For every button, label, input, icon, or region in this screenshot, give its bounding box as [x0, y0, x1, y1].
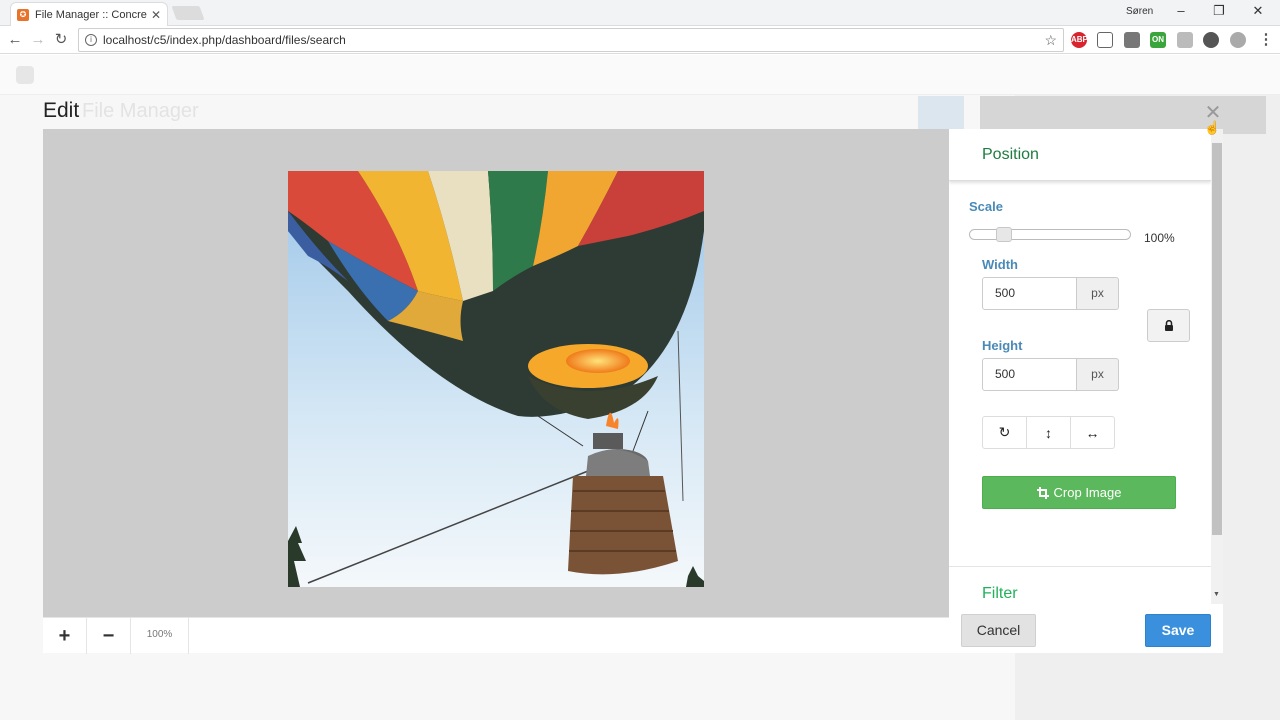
browser-menu-icon[interactable]: ⋮	[1256, 30, 1276, 50]
cast-icon[interactable]	[1097, 32, 1113, 48]
concrete5-logo-icon	[16, 66, 34, 84]
extension-icon[interactable]	[1203, 32, 1219, 48]
position-section-header[interactable]: Position	[949, 129, 1211, 181]
height-unit: px	[1077, 358, 1119, 391]
cloud-icon[interactable]	[1230, 32, 1246, 48]
zoom-toolbar: + − 100%	[43, 617, 949, 654]
window-close-icon[interactable]: ✕	[1248, 3, 1268, 19]
browser-user-name[interactable]: Søren	[1126, 6, 1153, 17]
width-input[interactable]: 500	[982, 277, 1077, 310]
scrollbar-thumb[interactable]	[1212, 143, 1222, 535]
reload-icon[interactable]: ↻	[51, 30, 71, 50]
zoom-out-button[interactable]: −	[87, 618, 131, 654]
edit-side-panel: Position Scale 100% Width 500 px Height …	[949, 129, 1211, 604]
minimize-icon[interactable]: –	[1171, 3, 1191, 18]
flip-horizontal-button[interactable]: ↔	[1071, 417, 1114, 448]
flip-vertical-button[interactable]: ↕	[1027, 417, 1071, 448]
scale-label: Scale	[969, 199, 1003, 214]
crop-image-button[interactable]: Crop Image	[982, 476, 1176, 509]
tab-title: File Manager :: Concrete5	[35, 8, 147, 21]
crop-image-label: Crop Image	[1053, 485, 1122, 500]
save-page-icon[interactable]	[1124, 32, 1140, 48]
info-icon[interactable]: i	[85, 34, 97, 46]
new-tab-button[interactable]	[171, 6, 205, 20]
section-divider	[949, 566, 1211, 567]
address-bar[interactable]: i localhost/c5/index.php/dashboard/files…	[78, 28, 1064, 52]
scale-slider-handle[interactable]	[996, 227, 1012, 242]
mouse-pointer-icon: ☝	[1204, 120, 1221, 135]
crop-icon	[1036, 486, 1049, 499]
faded-page-title: File Manager	[82, 100, 199, 122]
lock-aspect-button[interactable]	[1147, 309, 1190, 342]
scale-slider[interactable]	[969, 227, 1131, 242]
modal-title: Edit	[43, 99, 80, 122]
save-button[interactable]: Save	[1145, 614, 1211, 647]
width-input-group: 500 px	[982, 277, 1119, 310]
address-bar-row: ← → ↻ i localhost/c5/index.php/dashboard…	[0, 26, 1280, 54]
height-label: Height	[982, 338, 1023, 353]
zoom-in-button[interactable]: +	[43, 618, 87, 654]
height-input-group: 500 px	[982, 358, 1119, 391]
filter-section-header[interactable]: Filter	[982, 585, 1018, 603]
concrete5-favicon-icon: ✪	[17, 8, 29, 21]
rotate-icon: ↻	[998, 424, 1011, 440]
on-toggle-icon[interactable]: ON	[1150, 32, 1166, 48]
scale-value: 100%	[1144, 231, 1175, 245]
width-label: Width	[982, 257, 1018, 272]
browser-tabstrip: ✪ File Manager :: Concrete5 ✕ Søren – ❐ …	[0, 0, 1280, 26]
cancel-button[interactable]: Cancel	[961, 614, 1036, 647]
pdf-icon[interactable]	[1177, 32, 1193, 48]
rotate-button[interactable]: ↻	[983, 417, 1027, 448]
url-text[interactable]: localhost/c5/index.php/dashboard/files/s…	[103, 33, 1044, 47]
faded-search-button	[918, 96, 964, 130]
scroll-down-arrow-icon[interactable]: ▼	[1213, 591, 1220, 598]
bookmark-star-icon[interactable]: ☆	[1044, 32, 1057, 49]
flip-vertical-icon: ↕	[1045, 424, 1052, 441]
browser-tab[interactable]: ✪ File Manager :: Concrete5 ✕	[10, 2, 168, 26]
transform-button-group: ↻ ↕ ↔	[982, 416, 1115, 449]
zoom-level: 100%	[131, 618, 189, 654]
lock-icon	[1164, 320, 1173, 331]
width-unit: px	[1077, 277, 1119, 310]
flip-horizontal-icon: ↔	[1085, 424, 1100, 441]
position-title: Position	[982, 146, 1039, 163]
height-input[interactable]: 500	[982, 358, 1077, 391]
edited-image[interactable]	[288, 171, 704, 587]
forward-icon[interactable]: →	[28, 30, 48, 50]
modal-footer: Cancel Save	[949, 604, 1223, 653]
restore-icon[interactable]: ❐	[1209, 3, 1229, 19]
side-panel-scrollbar[interactable]: ▼	[1211, 129, 1223, 604]
tab-close-icon[interactable]: ✕	[151, 8, 161, 22]
hot-air-balloon-image	[288, 171, 704, 587]
page-toolbar-faded	[0, 55, 1280, 95]
back-icon[interactable]: ←	[5, 30, 25, 50]
adblock-icon[interactable]: ABP	[1071, 32, 1088, 48]
